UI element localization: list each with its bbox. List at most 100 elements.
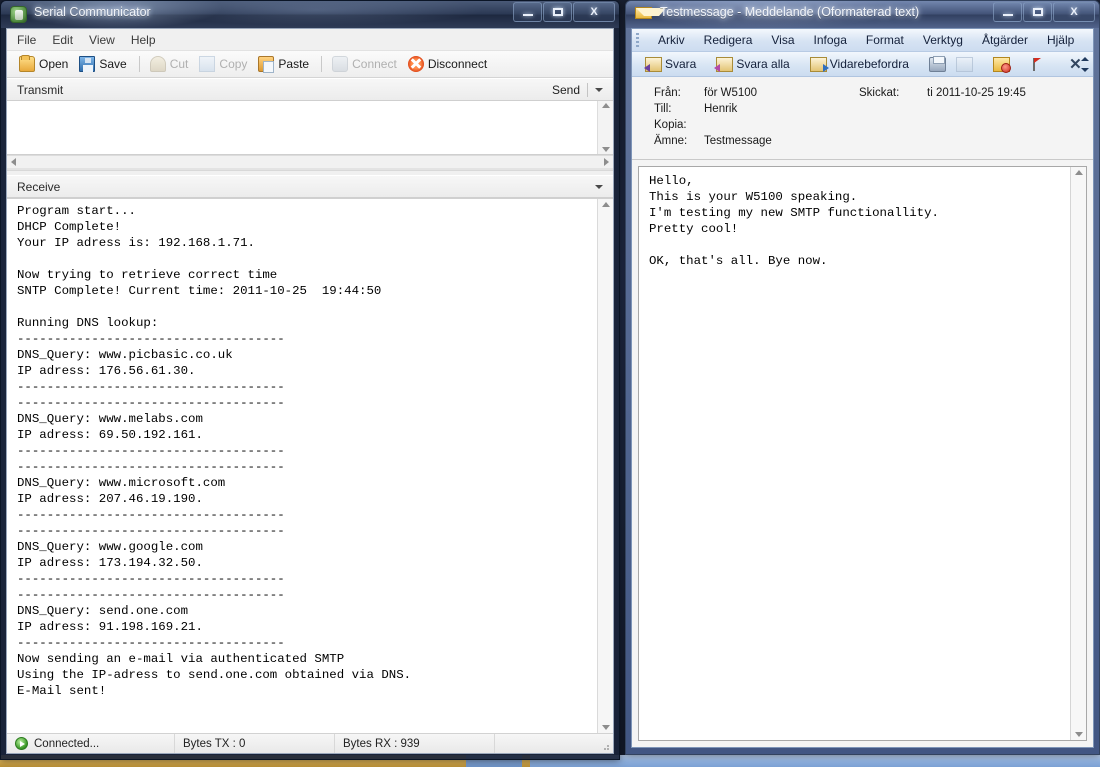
menu-item-help[interactable]: Help [131,33,156,47]
transmit-vertical-scrollbar[interactable] [597,101,613,154]
receive-vertical-scrollbar[interactable] [597,199,613,733]
send-button[interactable]: Send [552,83,587,97]
mail-icon [635,7,652,19]
print-button[interactable] [925,56,950,73]
menu-item-format[interactable]: Format [863,32,907,48]
status-bytes-rx-cell: Bytes RX : 939 [335,734,495,753]
forward-button-label: Vidarebefordra [830,57,909,71]
serial-menu-bar[interactable]: File Edit View Help [7,29,613,51]
menu-item-arkiv[interactable]: Arkiv [655,32,688,48]
serial-title-bar[interactable]: Serial Communicator X [1,1,619,28]
paste-button-label: Paste [278,57,309,71]
to-value: Henrik [704,103,737,115]
reply-icon [645,57,662,72]
scroll-down-icon[interactable] [602,147,610,152]
minimize-button[interactable] [513,2,542,22]
chevron-down-icon[interactable] [595,88,603,92]
outlook-toolbar[interactable]: Svara Svara alla Vidarebefordra [632,52,1093,77]
from-row: Från: för W5100 Skickat: ti 2011-10-25 1… [632,87,1093,103]
cc-row: Kopia: [632,119,1093,135]
menu-item-view[interactable]: View [89,33,115,47]
maximize-icon [553,8,563,16]
scroll-left-icon[interactable] [11,158,16,166]
outlook-close-button[interactable]: X [1053,2,1095,22]
outlook-window-controls[interactable]: X [992,2,1095,22]
cut-button[interactable]: Cut [147,55,194,73]
outlook-window-title: Testmessage - Meddelande (Oformaterad te… [660,5,919,19]
chevron-down-icon-receive[interactable] [595,185,603,189]
status-bytes-tx-cell: Bytes TX : 0 [175,734,335,753]
transmit-input[interactable] [7,101,597,154]
transmit-horizontal-scrollbar[interactable] [7,155,613,170]
bytes-rx-text: Bytes RX : 939 [343,738,420,750]
paste-button[interactable]: Paste [255,55,314,73]
connected-status-icon [15,737,28,750]
flag-button[interactable] [1026,56,1051,73]
outlook-minimize-button[interactable] [993,2,1022,22]
header-separator [587,83,588,97]
message-body-scrollbar[interactable] [1070,167,1086,740]
bytes-tx-text: Bytes TX : 0 [183,738,245,750]
plug-disconnect-icon [408,56,424,72]
outlook-message-window[interactable]: Testmessage - Meddelande (Oformaterad te… [625,0,1100,755]
menu-item-file[interactable]: File [17,33,36,47]
menu-item-hjalp[interactable]: Hjälp [1044,32,1077,48]
message-body-panel[interactable]: Hello, This is your W5100 speaking. I'm … [638,166,1087,741]
menu-item-edit[interactable]: Edit [52,33,73,47]
resize-grip-icon[interactable] [600,741,610,751]
aero-glow-decoration-2 [151,1,481,25]
connect-button[interactable]: Connect [329,55,402,73]
menu-drag-handle[interactable] [636,33,639,47]
copy-button-label: Copy [219,57,247,71]
close-button[interactable]: X [573,2,615,22]
outlook-maximize-button[interactable] [1023,2,1052,22]
menu-item-atgarder[interactable]: Åtgärder [979,32,1031,48]
copy-to-folder-button[interactable] [952,56,977,73]
receive-scroll-down-icon[interactable] [602,725,610,730]
print-icon [929,57,946,72]
outlook-title-bar[interactable]: Testmessage - Meddelande (Oformaterad te… [626,1,1099,28]
serial-communicator-window[interactable]: Serial Communicator X File Edit View Hel… [0,0,620,760]
forward-button[interactable]: Vidarebefordra [806,56,913,73]
menu-item-verktyg[interactable]: Verktyg [920,32,966,48]
copy-button[interactable]: Copy [196,55,252,73]
save-button[interactable]: Save [76,55,131,73]
disconnect-button-label: Disconnect [428,57,487,71]
maximize-button[interactable] [543,2,572,22]
scroll-up-icon[interactable] [602,103,610,108]
transmit-label: Transmit [17,83,63,97]
receive-scroll-up-icon[interactable] [602,202,610,207]
open-button[interactable]: Open [16,55,73,73]
minimize-icon [1003,14,1013,16]
to-row: Till: Henrik [632,103,1093,119]
copy-icon [199,56,215,72]
chevron-down-icon [1081,68,1089,72]
junk-mail-button[interactable] [989,56,1014,73]
toolbar-separator-1 [139,56,140,72]
body-scroll-down-icon[interactable] [1075,732,1083,737]
reply-all-button[interactable]: Svara alla [712,56,793,73]
body-scroll-up-icon[interactable] [1075,170,1083,175]
connect-button-label: Connect [352,57,397,71]
reply-button[interactable]: Svara [641,56,700,73]
scroll-right-icon[interactable] [604,158,609,166]
menu-item-visa[interactable]: Visa [768,32,797,48]
receive-label: Receive [17,180,60,194]
disconnect-button[interactable]: Disconnect [405,55,492,73]
from-value: för W5100 [704,87,757,99]
serial-status-bar: Connected... Bytes TX : 0 Bytes RX : 939 [7,733,613,753]
reply-all-button-label: Svara alla [736,57,789,71]
transmit-area[interactable] [7,101,613,155]
transmit-panel-header: Transmit Send [7,78,613,101]
toolbar-overflow-button[interactable] [1078,53,1091,75]
serial-window-title: Serial Communicator [34,5,151,19]
cut-button-label: Cut [170,57,189,71]
outlook-menu-bar[interactable]: Arkiv Redigera Visa Infoga Format Verkty… [632,29,1093,52]
menu-item-infoga[interactable]: Infoga [811,32,850,48]
serial-window-controls[interactable]: X [512,2,615,22]
receive-area[interactable]: Program start... DHCP Complete! Your IP … [7,198,613,733]
receive-panel-header: Receive [7,175,613,198]
open-button-label: Open [39,57,68,71]
serial-toolbar[interactable]: Open Save Cut Copy Paste Connec [7,51,613,78]
menu-item-redigera[interactable]: Redigera [701,32,756,48]
